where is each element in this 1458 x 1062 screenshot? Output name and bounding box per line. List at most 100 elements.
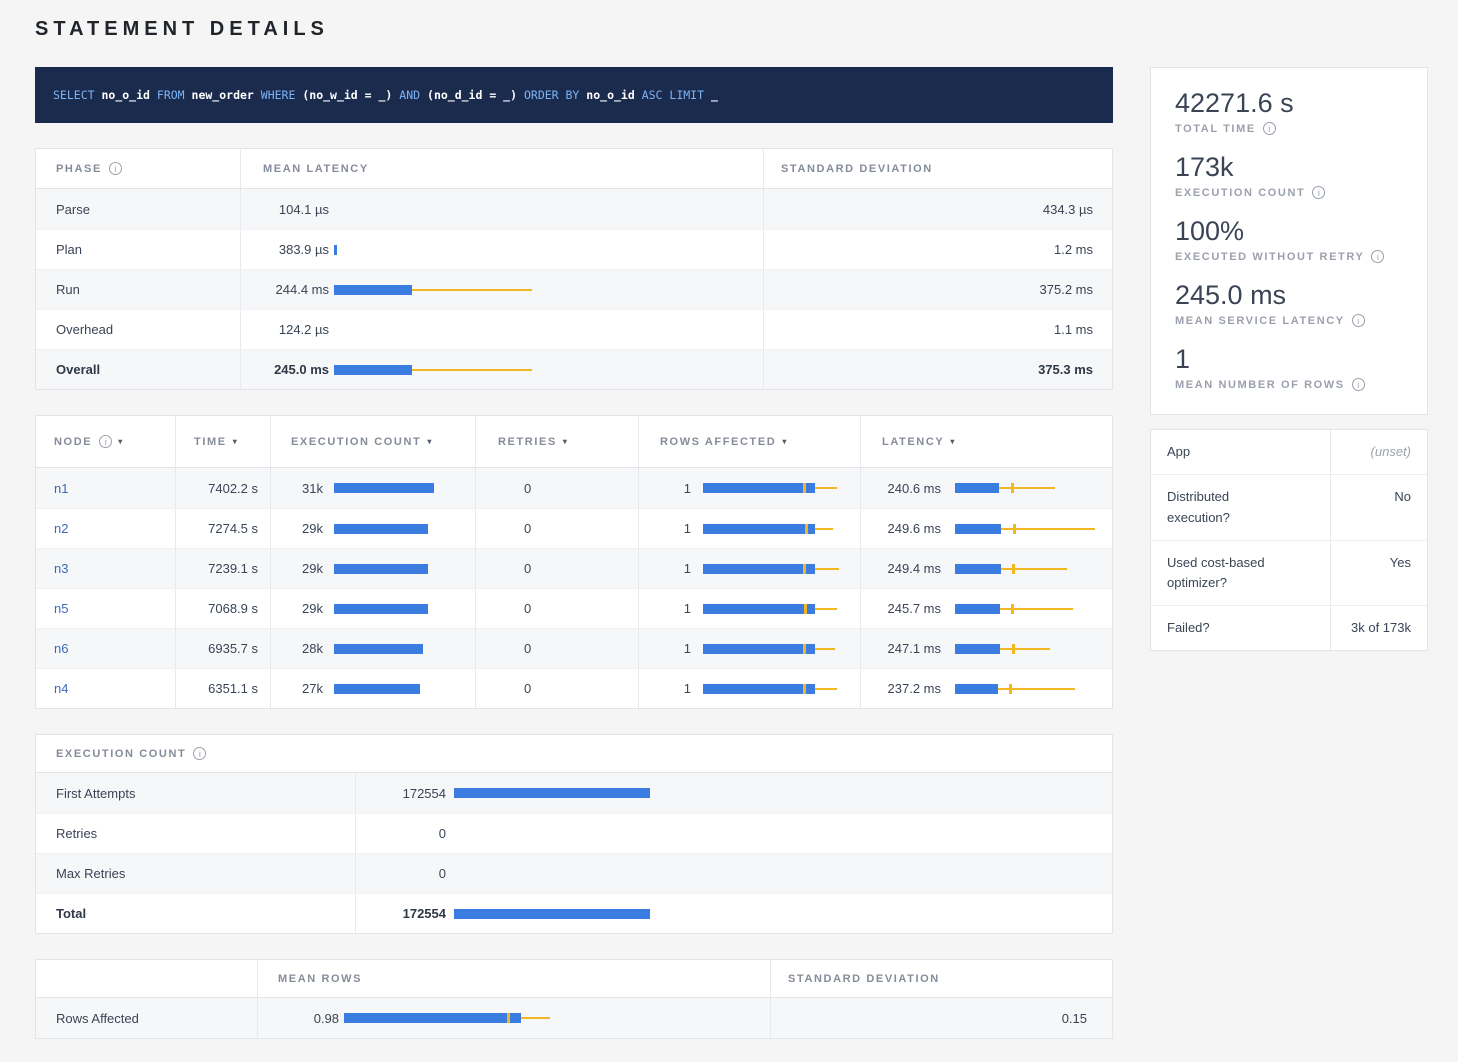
node-link[interactable]: n3 — [54, 561, 68, 576]
table-row: Rows Affected 0.98 0.15 — [36, 998, 1112, 1038]
sort-arrow-icon[interactable]: ▾ — [233, 437, 239, 446]
info-icon[interactable]: i — [1312, 186, 1325, 199]
rows-affected-bar — [703, 643, 852, 655]
execution-count-bar — [334, 563, 475, 575]
execution-count-table-header: EXECUTION COUNT i — [36, 735, 1112, 773]
table-row: Overhead 124.2 µs 1.1 ms — [36, 309, 1112, 349]
execution-count-bar — [334, 603, 475, 615]
info-icon[interactable]: i — [1371, 250, 1384, 263]
table-row: n5 7068.9 s 29k 0 1 245.7 ms — [36, 588, 1112, 628]
node-column-header[interactable]: NODE i ▾ — [36, 416, 176, 467]
latency-bar — [955, 563, 1106, 575]
empty-column-header — [36, 960, 258, 997]
mean-rows-bar — [344, 1012, 760, 1024]
std-deviation-value: 1.2 ms — [764, 230, 1114, 269]
table-row: Plan 383.9 µs 1.2 ms — [36, 229, 1112, 269]
summary-sidebar: 42271.6 s TOTAL TIMEi 173k EXECUTION COU… — [1150, 67, 1428, 651]
rows-affected-value: 1 — [655, 561, 691, 576]
node-table-header: NODE i ▾ TIME ▾ EXECUTION COUNT ▾ RETRIE… — [36, 416, 1112, 468]
time-value: 7274.5 s — [176, 509, 271, 548]
std-deviation-value: 434.3 µs — [764, 189, 1114, 229]
std-deviation-value: 0.15 — [771, 998, 1114, 1038]
retries-value: 0 — [476, 669, 639, 708]
table-row: n4 6351.1 s 27k 0 1 237.2 ms — [36, 668, 1112, 708]
detail-label: App — [1151, 430, 1331, 474]
latency-value: 245.7 ms — [877, 601, 941, 616]
node-link[interactable]: n4 — [54, 681, 68, 696]
detail-label: Used cost-based optimizer? — [1151, 541, 1331, 605]
info-icon[interactable]: i — [99, 435, 112, 448]
latency-value: 249.4 ms — [877, 561, 941, 576]
stat-label: TOTAL TIMEi — [1175, 122, 1403, 135]
latency-value: 237.2 ms — [877, 681, 941, 696]
execution-count-value: 29k — [287, 601, 323, 616]
sql-token: new_order — [192, 88, 254, 102]
execution-count-bar — [454, 828, 1104, 840]
stat-value: 100% — [1175, 216, 1403, 247]
info-icon[interactable]: i — [1352, 378, 1365, 391]
time-column-header[interactable]: TIME ▾ — [176, 416, 271, 467]
time-value: 7068.9 s — [176, 589, 271, 628]
mean-latency-value: 245.0 ms — [241, 362, 329, 377]
detail-row-cost-based-optimizer: Used cost-based optimizer? Yes — [1151, 540, 1427, 605]
node-table: NODE i ▾ TIME ▾ EXECUTION COUNT ▾ RETRIE… — [35, 415, 1113, 709]
info-icon[interactable]: i — [1263, 122, 1276, 135]
rows-affected-table-header: MEAN ROWS STANDARD DEVIATION — [36, 960, 1112, 998]
node-link[interactable]: n5 — [54, 601, 68, 616]
node-link[interactable]: n6 — [54, 641, 68, 656]
latency-value: 240.6 ms — [877, 481, 941, 496]
sql-token: AND — [399, 88, 420, 102]
execution-count-value: 29k — [287, 561, 323, 576]
sql-token: SELECT — [53, 88, 95, 102]
sort-arrow-icon[interactable]: ▾ — [782, 437, 788, 446]
execution-count-column-header[interactable]: EXECUTION COUNT ▾ — [271, 416, 476, 467]
table-row: Overall 245.0 ms 375.3 ms — [36, 349, 1112, 389]
latency-value: 249.6 ms — [877, 521, 941, 536]
rows-affected-value: 1 — [655, 681, 691, 696]
stat-value: 245.0 ms — [1175, 280, 1403, 311]
retries-column-header[interactable]: RETRIES ▾ — [476, 416, 639, 467]
sql-statement-bar: SELECT no_o_id FROM new_order WHERE (no_… — [35, 67, 1113, 123]
std-deviation-value: 1.1 ms — [764, 310, 1114, 349]
table-row: First Attempts 172554 — [36, 773, 1112, 813]
sort-arrow-icon[interactable]: ▾ — [427, 437, 433, 446]
mean-latency-value: 244.4 ms — [241, 282, 329, 297]
retries-value: 0 — [476, 468, 639, 508]
exec-row-value: 172554 — [356, 786, 446, 801]
sort-arrow-icon[interactable]: ▾ — [563, 437, 569, 446]
latency-value: 247.1 ms — [877, 641, 941, 656]
info-icon[interactable]: i — [193, 747, 206, 760]
latency-bar — [955, 683, 1106, 695]
rows-affected-bar — [703, 563, 852, 575]
table-row: n6 6935.7 s 28k 0 1 247.1 ms — [36, 628, 1112, 668]
exec-row-label: First Attempts — [36, 773, 356, 813]
node-link[interactable]: n1 — [54, 481, 68, 496]
rows-affected-value: 1 — [655, 521, 691, 536]
sort-arrow-icon[interactable]: ▾ — [118, 437, 124, 446]
stat-value: 42271.6 s — [1175, 88, 1403, 119]
time-value: 6351.1 s — [176, 669, 271, 708]
latency-bar — [334, 364, 763, 376]
stat-label: MEAN NUMBER OF ROWSi — [1175, 378, 1403, 391]
table-row: Run 244.4 ms 375.2 ms — [36, 269, 1112, 309]
info-icon[interactable]: i — [1352, 314, 1365, 327]
latency-column-header[interactable]: LATENCY ▾ — [861, 416, 1114, 467]
stat-value: 1 — [1175, 344, 1403, 375]
sort-arrow-icon[interactable]: ▾ — [950, 437, 956, 446]
latency-bar — [955, 643, 1106, 655]
node-link[interactable]: n2 — [54, 521, 68, 536]
sql-statement: SELECT no_o_id FROM new_order WHERE (no_… — [53, 88, 718, 102]
execution-count-bar — [454, 787, 1104, 799]
execution-count-bar — [334, 482, 475, 494]
rows-affected-table: MEAN ROWS STANDARD DEVIATION Rows Affect… — [35, 959, 1113, 1039]
phase-label: Overhead — [36, 310, 241, 349]
info-icon[interactable]: i — [109, 162, 122, 175]
rows-affected-bar — [703, 523, 852, 535]
rows-affected-column-header[interactable]: ROWS AFFECTED ▾ — [639, 416, 861, 467]
execution-count-bar — [334, 683, 475, 695]
stat-total-time: 42271.6 s TOTAL TIMEi — [1175, 88, 1403, 135]
stat-label: MEAN SERVICE LATENCYi — [1175, 314, 1403, 327]
std-deviation-value: 375.3 ms — [764, 350, 1114, 389]
detail-value: (unset) — [1331, 430, 1427, 474]
rows-affected-bar — [703, 603, 852, 615]
